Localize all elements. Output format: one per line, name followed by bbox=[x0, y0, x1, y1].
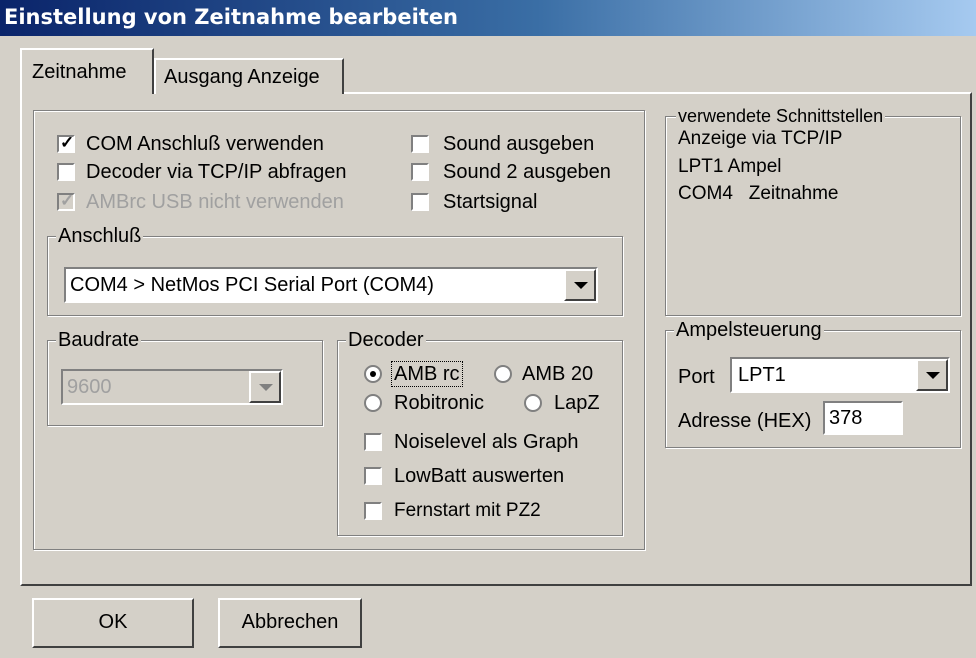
port-value: LPT1 bbox=[738, 364, 786, 386]
tcp-checkbox[interactable] bbox=[57, 163, 75, 181]
adresse-value: 378 bbox=[829, 407, 863, 429]
radio-dot-icon bbox=[370, 371, 376, 377]
checkmark-icon: ✓ bbox=[60, 133, 75, 152]
lowbatt-checkbox[interactable] bbox=[364, 467, 382, 485]
sound-checkbox-label: Sound ausgeben bbox=[443, 133, 595, 155]
baudrate-select[interactable]: 9600 bbox=[61, 369, 283, 405]
ampelsteuerung-group: Ampelsteuerung Port LPT1 Adresse (HEX) 3… bbox=[665, 318, 961, 448]
port-label: Port bbox=[678, 366, 715, 388]
port-select[interactable]: LPT1 bbox=[730, 357, 950, 393]
noiselevel-checkbox-label: Noiselevel als Graph bbox=[394, 431, 579, 453]
anschluss-dropdown-button[interactable] bbox=[564, 269, 596, 301]
adresse-label: Adresse (HEX) bbox=[678, 410, 812, 432]
port-dropdown-button[interactable] bbox=[916, 359, 948, 391]
tcp-checkbox-label: Decoder via TCP/IP abfragen bbox=[86, 161, 347, 183]
schnittstellen-legend: verwendete Schnittstellen bbox=[676, 104, 886, 128]
schnittstellen-group: verwendete Schnittstellen Anzeige via TC… bbox=[665, 104, 961, 316]
schnittstellen-line-3: COM4 Zeitnahme bbox=[678, 183, 839, 204]
radio-amb-rc-label: AMB rc bbox=[391, 361, 463, 387]
radio-lapz-label: LapZ bbox=[554, 392, 600, 414]
adresse-input[interactable]: 378 bbox=[823, 401, 903, 435]
ambrc-usb-checkbox-label: AMBrc USB nicht verwenden bbox=[86, 191, 344, 213]
anschluss-select[interactable]: COM4 > NetMos PCI Serial Port (COM4) bbox=[64, 267, 598, 303]
anschluss-legend: Anschluß bbox=[56, 224, 144, 248]
checkmark-icon: ✓ bbox=[60, 191, 75, 210]
radio-amb-20-label: AMB 20 bbox=[522, 363, 594, 385]
decoder-group: Decoder AMB rc AMB 20 Robitronic LapZ No… bbox=[337, 328, 623, 536]
baudrate-value: 9600 bbox=[67, 376, 112, 398]
sound2-checkbox-label: Sound 2 ausgeben bbox=[443, 161, 611, 183]
schnittstellen-line-1: Anzeige via TCP/IP bbox=[678, 128, 843, 149]
anschluss-value: COM4 > NetMos PCI Serial Port (COM4) bbox=[70, 274, 434, 296]
radio-amb-20[interactable] bbox=[494, 365, 512, 383]
chevron-down-icon bbox=[926, 372, 940, 379]
com-checkbox[interactable]: ✓ bbox=[57, 133, 75, 153]
fernstart-checkbox-label: Fernstart mit PZ2 bbox=[394, 500, 541, 521]
ok-button[interactable]: OK bbox=[32, 598, 194, 648]
anschluss-group: Anschluß COM4 > NetMos PCI Serial Port (… bbox=[47, 224, 623, 316]
radio-lapz[interactable] bbox=[524, 394, 542, 412]
sound-checkbox[interactable] bbox=[411, 135, 429, 153]
radio-amb-rc[interactable] bbox=[364, 365, 382, 383]
com-checkbox-label: COM Anschluß verwenden bbox=[86, 133, 324, 155]
startsignal-checkbox-label: Startsignal bbox=[443, 191, 538, 213]
radio-robitronic[interactable] bbox=[364, 394, 382, 412]
cancel-button[interactable]: Abbrechen bbox=[218, 598, 362, 648]
baudrate-dropdown-button[interactable] bbox=[249, 371, 281, 403]
radio-robitronic-label: Robitronic bbox=[394, 392, 485, 414]
ambrc-usb-checkbox[interactable]: ✓ bbox=[57, 191, 75, 211]
sound2-checkbox[interactable] bbox=[411, 163, 429, 181]
baudrate-group: Baudrate 9600 bbox=[47, 328, 323, 426]
fernstart-checkbox[interactable] bbox=[364, 502, 382, 520]
chevron-down-icon bbox=[259, 384, 273, 391]
noiselevel-checkbox[interactable] bbox=[364, 433, 382, 451]
decoder-legend: Decoder bbox=[346, 328, 426, 352]
startsignal-checkbox[interactable] bbox=[411, 193, 429, 211]
ampelsteuerung-legend: Ampelsteuerung bbox=[674, 318, 824, 342]
chevron-down-icon bbox=[574, 282, 588, 289]
lowbatt-checkbox-label: LowBatt auswerten bbox=[394, 465, 565, 487]
schnittstellen-line-2: LPT1 Ampel bbox=[678, 156, 782, 177]
baudrate-legend: Baudrate bbox=[56, 328, 142, 352]
